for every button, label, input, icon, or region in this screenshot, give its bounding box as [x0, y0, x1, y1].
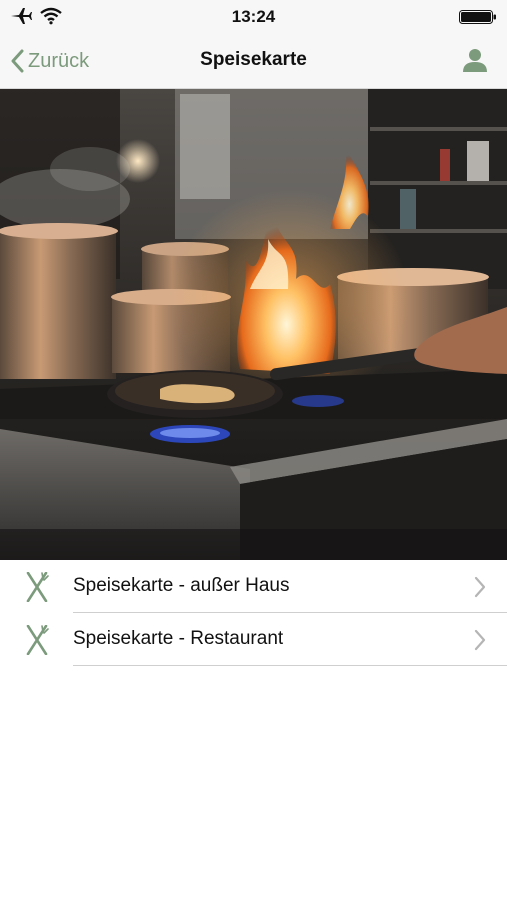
battery-icon	[459, 10, 496, 24]
list-item-speisekarte-ausser-haus[interactable]: Speisekarte - außer Haus	[0, 560, 507, 613]
list-item-label: Speisekarte - Restaurant	[73, 628, 284, 649]
status-time: 13:24	[231, 7, 276, 26]
separator	[73, 665, 507, 666]
navigation-bar: Zurück Speisekarte	[0, 34, 507, 89]
page-title: Speisekarte	[200, 49, 307, 70]
menu-list: Speisekarte - außer Haus Speisekarte - R…	[0, 560, 507, 666]
cutlery-icon	[26, 572, 49, 602]
list-item-speisekarte-restaurant[interactable]: Speisekarte - Restaurant	[0, 613, 507, 666]
status-bar: 13:24	[0, 0, 507, 34]
list-item-label: Speisekarte - außer Haus	[73, 575, 290, 596]
chevron-right-icon	[474, 576, 486, 598]
cutlery-icon	[26, 625, 49, 655]
kitchen-stove-flames-image	[0, 89, 507, 560]
chevron-right-icon	[474, 629, 486, 651]
hero-image	[0, 89, 507, 560]
profile-icon[interactable]	[461, 46, 489, 74]
